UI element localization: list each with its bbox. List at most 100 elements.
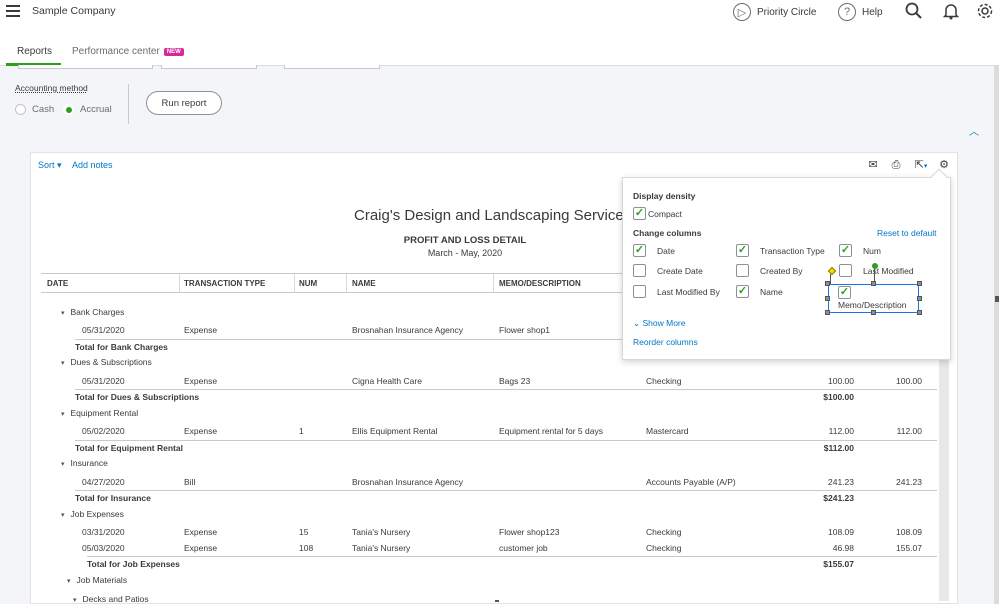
total-amount[interactable]: $155.07 (823, 559, 854, 569)
add-notes-link[interactable]: Add notes (72, 160, 113, 170)
priority-circle-link[interactable]: ▷ Priority Circle (733, 3, 816, 21)
sort-dropdown[interactable]: Sort ▾ (38, 160, 62, 171)
resize-handle[interactable] (917, 296, 922, 301)
checkbox-label: Name (760, 286, 783, 297)
col-header-num[interactable]: NUM (299, 279, 317, 288)
caret-down-icon[interactable]: ▾ (61, 359, 65, 367)
bell-icon[interactable] (943, 2, 959, 20)
show-more-link[interactable]: ⌄ Show More (633, 318, 686, 329)
cell-name[interactable]: Tania's Nursery (352, 527, 410, 537)
column-separator[interactable] (179, 274, 180, 292)
cell-amount[interactable]: 241.23 (828, 477, 854, 487)
reset-to-default-link[interactable]: Reset to default (877, 228, 937, 238)
resize-handle[interactable] (871, 310, 876, 315)
group-row[interactable]: ▾ Bank Charges (61, 307, 124, 317)
group-row[interactable]: ▾ Dues & Subscriptions (61, 357, 152, 367)
cell-balance[interactable]: 108.09 (896, 527, 922, 537)
cell-name[interactable]: Cigna Health Care (352, 376, 422, 386)
total-amount[interactable]: $112.00 (824, 443, 854, 453)
accrual-radio[interactable]: Accrual (63, 104, 112, 115)
cell-split: Checking (646, 527, 682, 537)
email-icon[interactable]: ✉ (866, 158, 880, 172)
cell-name[interactable]: Ellis Equipment Rental (352, 426, 438, 436)
resize-handle[interactable] (825, 310, 830, 315)
cell-split: Mastercard (646, 426, 689, 436)
cell-type[interactable]: Expense (184, 426, 217, 436)
col-header-name[interactable]: NAME (352, 279, 376, 288)
cell-amount[interactable]: 108.09 (828, 527, 854, 537)
column-checkbox-name[interactable]: ✓ Name (736, 285, 783, 298)
menu-icon[interactable] (6, 5, 20, 17)
cell-type[interactable]: Expense (184, 325, 217, 335)
column-checkbox-created-by[interactable]: Created By (736, 264, 803, 277)
resize-grip (495, 600, 499, 602)
group-row[interactable]: ▾ Equipment Rental (61, 408, 138, 418)
export-icon[interactable]: ⇱▾ (910, 158, 932, 172)
scroll-thumb[interactable] (995, 296, 999, 302)
cell-type[interactable]: Expense (184, 527, 217, 537)
run-report-button[interactable]: Run report (146, 91, 222, 115)
compact-checkbox[interactable]: ✓ Compact (633, 207, 682, 220)
total-amount[interactable]: $241.23 (823, 493, 854, 503)
resize-handle[interactable] (825, 281, 830, 286)
resize-handle[interactable] (917, 310, 922, 315)
group-row[interactable]: ▾ Insurance (61, 458, 108, 468)
help-link[interactable]: ? Help (838, 3, 883, 21)
sort-label: Sort (38, 160, 55, 170)
cell-amount[interactable]: 112.00 (829, 426, 854, 436)
column-checkbox-last-modified-by[interactable]: Last Modified By (633, 285, 720, 298)
resize-handle[interactable] (871, 281, 876, 286)
cell-type[interactable]: Expense (184, 543, 217, 553)
caret-down-icon[interactable]: ▾ (67, 577, 71, 585)
collapse-chevron-icon[interactable]: ︿ (966, 123, 982, 138)
cell-type[interactable]: Bill (184, 477, 195, 487)
cell-split: Checking (646, 376, 682, 386)
cell-name[interactable]: Tania's Nursery (352, 543, 410, 553)
group-row[interactable]: ▾ Decks and Patios (73, 594, 149, 604)
radio-circle (15, 104, 26, 115)
cash-radio[interactable]: Cash (15, 104, 54, 115)
column-separator[interactable] (493, 274, 494, 292)
cell-balance[interactable]: 155.07 (896, 543, 922, 553)
search-icon[interactable] (905, 2, 923, 20)
cell-name[interactable]: Brosnahan Insurance Agency (352, 477, 463, 487)
cell-balance[interactable]: 100.00 (896, 376, 922, 386)
cell-type[interactable]: Expense (184, 376, 217, 386)
col-header-date[interactable]: DATE (47, 279, 68, 288)
page-scrollbar[interactable] (994, 66, 999, 604)
caret-down-icon[interactable]: ▾ (61, 511, 65, 519)
group-row[interactable]: ▾ Job Materials (67, 575, 127, 585)
print-icon[interactable]: ⎙ (889, 158, 903, 172)
cell-name[interactable]: Brosnahan Insurance Agency (352, 325, 463, 335)
group-row[interactable]: ▾ Job Expenses (61, 509, 124, 519)
resize-handle[interactable] (917, 281, 922, 286)
cell-amount[interactable]: 100.00 (828, 376, 854, 386)
col-header-memo[interactable]: MEMO/DESCRIPTION (499, 279, 581, 288)
caret-down-icon[interactable]: ▾ (61, 460, 65, 468)
column-checkbox-transaction-type[interactable]: ✓ Transaction Type (736, 244, 825, 257)
caret-down-icon[interactable]: ▾ (61, 309, 65, 317)
tab-performance-center[interactable]: Performance center NEW (72, 46, 184, 57)
accounting-method-label: Accounting method (15, 83, 88, 93)
column-separator[interactable] (346, 274, 347, 292)
cell-amount[interactable]: 46.98 (833, 543, 854, 553)
reorder-columns-link[interactable]: Reorder columns (633, 337, 698, 347)
cell-date: 03/31/2020 (82, 527, 125, 537)
column-checkbox-create-date[interactable]: Create Date (633, 264, 703, 277)
selection-frame[interactable] (828, 284, 919, 313)
tab-reports[interactable]: Reports (17, 46, 52, 57)
cell-balance[interactable]: 112.00 (897, 426, 922, 436)
cell-balance[interactable]: 241.23 (896, 477, 922, 487)
col-header-transaction-type[interactable]: TRANSACTION TYPE (184, 279, 265, 288)
total-amount[interactable]: $100.00 (823, 392, 854, 402)
column-checkbox-date[interactable]: ✓ Date (633, 244, 675, 257)
column-checkbox-num[interactable]: ✓ Num (839, 244, 881, 257)
column-separator[interactable] (294, 274, 295, 292)
help-icon: ? (838, 3, 856, 21)
caret-down-icon[interactable]: ▾ (61, 410, 65, 418)
resize-handle[interactable] (825, 296, 830, 301)
caret-down-icon[interactable]: ▾ (73, 596, 77, 604)
cell-date: 05/02/2020 (82, 426, 125, 436)
rotate-handle[interactable] (872, 263, 878, 269)
gear-icon[interactable] (976, 2, 994, 20)
